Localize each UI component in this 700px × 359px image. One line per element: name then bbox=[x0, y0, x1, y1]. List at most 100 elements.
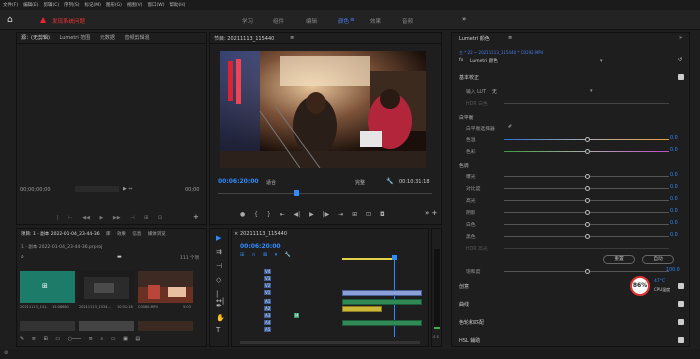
auto-button[interactable]: 自动 bbox=[642, 255, 674, 264]
tab-editing[interactable]: 编辑 bbox=[306, 17, 317, 25]
home-icon[interactable]: ⌂ bbox=[7, 15, 13, 25]
track-a4[interactable]: A4 bbox=[254, 320, 344, 326]
tab-effects-panel[interactable]: 效果 bbox=[117, 232, 126, 237]
whites-value[interactable]: 0.0 bbox=[670, 221, 678, 226]
color-wheels-checkbox[interactable] bbox=[678, 319, 684, 325]
highlights-value[interactable]: 0.0 bbox=[670, 197, 678, 202]
project-bottom-toolbar[interactable]: ✎ ≡ ⊞ ▭ ○─── ≡ ⌕ ▭ ▣ ▤ bbox=[20, 336, 140, 342]
folder-icon[interactable]: ▬ bbox=[117, 254, 122, 260]
track-a1[interactable]: A1 bbox=[254, 299, 344, 305]
exposure-value[interactable]: 0.0 bbox=[670, 173, 678, 178]
warning-icon[interactable]: ▲ bbox=[40, 15, 46, 24]
tab-audio-clip-mixer[interactable]: 音频剪辑混 bbox=[125, 35, 150, 41]
highlights-knob[interactable] bbox=[585, 198, 590, 203]
project-thumb-6[interactable] bbox=[138, 321, 193, 331]
temperature-value[interactable]: 0.0 bbox=[670, 136, 678, 141]
reset-button[interactable]: 重置 bbox=[603, 255, 635, 264]
white-balance-header[interactable]: 白平衡 bbox=[459, 114, 473, 121]
razor-tool-icon[interactable]: ◇ bbox=[216, 277, 223, 284]
lumetri-more-icon[interactable]: » bbox=[679, 35, 682, 41]
track-a3[interactable]: A3 M bbox=[254, 313, 344, 319]
timeline-scrollbar[interactable] bbox=[240, 341, 420, 344]
tab-effects[interactable]: 效果 bbox=[370, 17, 381, 25]
wrench-icon[interactable]: 🔧 bbox=[386, 178, 393, 185]
audio-clip-a2[interactable] bbox=[342, 306, 382, 312]
track-v4[interactable]: V4 bbox=[254, 269, 344, 275]
timeline-timecode[interactable]: 00:06:20:00 bbox=[240, 243, 281, 250]
program-transport-controls[interactable]: ● { } ⇤ ◀| ▶ |▶ ⇥ ⊞ ⊡ ◘ bbox=[240, 211, 385, 218]
pen-tool-icon[interactable]: ✒ bbox=[216, 303, 223, 310]
menu-view[interactable]: 视图(V) bbox=[127, 2, 143, 8]
menu-sequence[interactable]: 序列(S) bbox=[64, 2, 79, 8]
menu-help[interactable]: 帮助(H) bbox=[169, 2, 185, 8]
project-thumb-3[interactable] bbox=[138, 271, 193, 303]
lumetri-reset-icon[interactable]: ↺ bbox=[678, 57, 682, 63]
exposure-knob[interactable] bbox=[585, 174, 590, 179]
tab-info[interactable]: 信息 bbox=[132, 232, 141, 237]
source-zoom-bar[interactable] bbox=[75, 186, 119, 192]
hand-tool-icon[interactable]: ✋ bbox=[216, 315, 225, 322]
track-v2[interactable]: V2 bbox=[254, 283, 344, 289]
fit-dropdown[interactable]: 适合 bbox=[266, 179, 276, 186]
shadows-knob[interactable] bbox=[585, 210, 590, 215]
slip-tool-icon[interactable]: |↔| bbox=[216, 291, 224, 305]
saturation-value[interactable]: 100.0 bbox=[666, 268, 680, 273]
timeline-toolbar[interactable]: ⊞ ∩ ⊠ ▾ 🔧 bbox=[240, 252, 291, 258]
temperature-knob[interactable] bbox=[585, 137, 590, 142]
tab-library[interactable]: 库 bbox=[106, 232, 111, 237]
tab-audio[interactable]: 音频 bbox=[402, 17, 413, 25]
blacks-value[interactable]: 0.0 bbox=[670, 233, 678, 238]
tab-media-browser[interactable]: 媒体浏览 bbox=[148, 232, 166, 237]
ripple-tool-icon[interactable]: ⊣ bbox=[216, 263, 223, 270]
selection-tool-icon[interactable]: ▶ bbox=[216, 235, 223, 242]
basic-correction-header[interactable]: 基本校正 bbox=[459, 74, 479, 81]
tab-source[interactable]: 源：(无剪辑) bbox=[21, 35, 50, 41]
program-menu-icon[interactable]: ≡ bbox=[290, 35, 294, 41]
lumetri-menu-icon[interactable]: ≡ bbox=[508, 35, 512, 41]
tab-learn[interactable]: 学习 bbox=[242, 17, 253, 25]
tone-header[interactable]: 色调 bbox=[459, 162, 469, 169]
tint-value[interactable]: 0.0 bbox=[670, 148, 678, 153]
track-a5[interactable]: A5 bbox=[254, 327, 344, 333]
audio-clip-a4[interactable] bbox=[342, 320, 422, 326]
menu-clip[interactable]: 剪辑(C) bbox=[43, 2, 59, 8]
program-video-frame[interactable] bbox=[220, 51, 426, 168]
lumetri-effect-chevron-icon[interactable]: ▾ bbox=[600, 58, 603, 64]
lumetri-effect-dropdown[interactable]: Lumetri 颜色 bbox=[470, 58, 498, 64]
eyedropper-icon[interactable]: ✐ bbox=[508, 124, 512, 130]
source-play-icon[interactable]: ▶ ⇔ bbox=[123, 186, 133, 192]
input-lut-dropdown[interactable]: 无 bbox=[492, 88, 497, 95]
tab-menu-icon[interactable]: ≡ bbox=[350, 17, 355, 23]
quality-dropdown[interactable]: 完整 bbox=[355, 179, 365, 186]
basic-correction-checkbox[interactable] bbox=[678, 74, 684, 80]
tab-metadata[interactable]: 元数据 bbox=[100, 35, 115, 41]
menu-edit[interactable]: 编辑(E) bbox=[23, 2, 38, 8]
source-transport-controls[interactable]: | ⊢ ◀◀ ▶ ▶▶ ⊣ ⊞ ⊡ bbox=[57, 215, 162, 221]
blacks-knob[interactable] bbox=[585, 234, 590, 239]
audio-clip-a1[interactable] bbox=[342, 299, 422, 305]
more-workspaces-icon[interactable]: » bbox=[462, 15, 466, 23]
whites-knob[interactable] bbox=[585, 222, 590, 227]
shadows-value[interactable]: 0.0 bbox=[670, 209, 678, 214]
project-thumb-5[interactable] bbox=[79, 321, 134, 331]
contrast-knob[interactable] bbox=[585, 186, 590, 191]
timeline-close-icon[interactable]: × bbox=[234, 231, 238, 237]
track-a2[interactable]: A2 bbox=[254, 306, 344, 312]
program-timecode[interactable]: 00:06:20:00 bbox=[218, 178, 259, 185]
hdr-highlights-slider[interactable] bbox=[504, 248, 669, 249]
source-add-icon[interactable]: + bbox=[193, 213, 199, 221]
menu-graphics[interactable]: 图形(G) bbox=[106, 2, 122, 8]
creative-header[interactable]: 创意 bbox=[459, 283, 469, 290]
color-wheels-header[interactable]: 色轮和匹配 bbox=[459, 319, 484, 326]
tab-assembly[interactable]: 组件 bbox=[273, 17, 284, 25]
track-select-tool-icon[interactable]: ⇉ bbox=[216, 249, 223, 256]
work-area-bar[interactable] bbox=[342, 258, 392, 260]
saturation-knob[interactable] bbox=[585, 269, 590, 274]
menu-marker[interactable]: 标记(M) bbox=[85, 2, 101, 8]
system-alert-text[interactable]: 发现系统问题 bbox=[52, 17, 85, 25]
hsl-secondary-checkbox[interactable] bbox=[678, 337, 684, 343]
menu-window[interactable]: 窗口(W) bbox=[148, 2, 165, 8]
curves-header[interactable]: 曲线 bbox=[459, 301, 469, 308]
project-thumb-4[interactable] bbox=[20, 321, 75, 331]
track-v1[interactable]: V1 bbox=[254, 290, 344, 296]
